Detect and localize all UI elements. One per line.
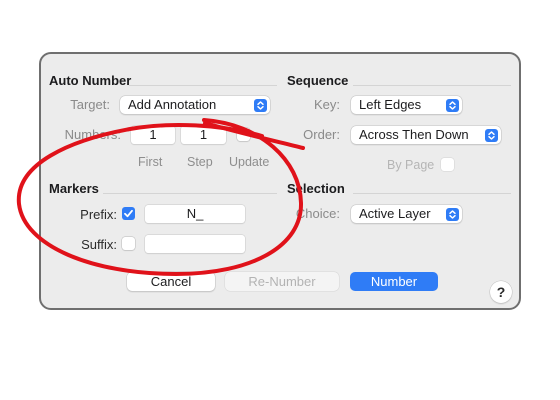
markers-group-title: Markers [49,181,99,196]
first-number-field[interactable]: 1 [131,126,175,144]
suffix-label: Suffix: [81,237,117,252]
number-button[interactable]: Number [350,272,438,291]
step-number-field[interactable]: 1 [181,126,226,144]
help-button[interactable]: ? [490,281,512,303]
key-popup[interactable]: Left Edges [351,96,462,114]
target-popup[interactable]: Add Annotation [120,96,270,114]
order-popup-value: Across Then Down [359,127,469,142]
target-label: Target: [70,97,110,112]
prefix-label: Prefix: [80,207,117,222]
by-page-label: By Page [387,158,435,172]
first-caption: First [138,155,163,169]
key-popup-value: Left Edges [359,97,422,112]
choice-popup[interactable]: Active Layer [351,205,462,223]
by-page-checkbox[interactable] [441,158,454,171]
step-caption: Step [187,155,213,169]
update-checkbox[interactable] [237,128,250,141]
order-label: Order: [303,127,340,142]
key-label: Key: [313,97,340,112]
update-caption: Update [229,155,270,169]
prefix-field[interactable]: N_ [145,205,245,223]
suffix-checkbox[interactable] [122,237,135,250]
cancel-button[interactable]: Cancel [127,272,215,291]
chevron-updown-icon [485,128,498,142]
renumber-button[interactable]: Re-Number [225,272,339,291]
target-popup-value: Add Annotation [128,97,217,112]
auto-number-group-title: Auto Number [49,73,132,88]
selection-group-title: Selection [287,181,345,196]
markers-separator [103,193,277,194]
numbers-label: Numbers: [64,127,121,142]
chevron-updown-icon [446,207,459,221]
choice-popup-value: Active Layer [359,206,431,221]
selection-separator [353,193,511,194]
suffix-field[interactable] [145,235,245,253]
auto-number-dialog: Auto Number Target: Add Annotation Numbe… [39,52,521,310]
sequence-group-title: Sequence [287,73,349,88]
prefix-checkbox[interactable] [122,207,135,220]
checkmark-icon [124,209,133,218]
chevron-updown-icon [254,98,267,112]
choice-label: Choice: [295,206,340,221]
chevron-updown-icon [446,98,459,112]
auto-number-separator [129,85,277,86]
order-popup[interactable]: Across Then Down [351,126,501,144]
sequence-separator [353,85,511,86]
